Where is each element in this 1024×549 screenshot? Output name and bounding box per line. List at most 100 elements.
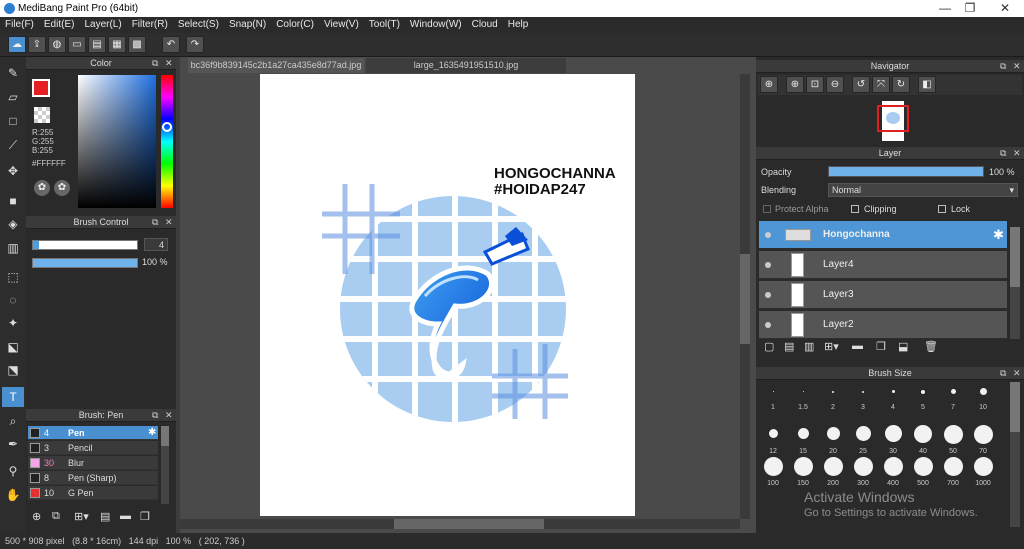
page-icon[interactable]: ▤ xyxy=(88,36,106,53)
reset-rotate-icon[interactable]: ⤧ xyxy=(872,76,890,93)
brush-opacity-slider[interactable] xyxy=(32,258,138,268)
brush-item[interactable]: 10 G Pen xyxy=(28,486,158,500)
grid-icon[interactable]: ▩ xyxy=(128,36,146,53)
fit-icon[interactable]: ⊡ xyxy=(806,76,824,93)
add-dropdown-icon[interactable]: ⊞▾ xyxy=(74,510,89,523)
brush-size-cell[interactable]: 200 xyxy=(818,457,848,487)
brush-size-cell[interactable]: 3 xyxy=(848,381,878,411)
blending-select[interactable]: Normal ▾ xyxy=(828,183,1018,197)
close-panel-icon[interactable]: ✕ xyxy=(1013,60,1021,73)
zoom-in-2-icon[interactable]: ⊕ xyxy=(786,76,804,93)
menu-filter[interactable]: Filter(R) xyxy=(127,17,173,30)
navigator-preview-area[interactable] xyxy=(758,96,1022,143)
brush-size-cell[interactable]: 1.5 xyxy=(788,381,818,411)
trash-icon[interactable]: 🗑 xyxy=(924,340,938,353)
zoom-out-icon[interactable]: ⊖ xyxy=(826,76,844,93)
brush-tool-icon[interactable]: ✎ xyxy=(2,63,24,83)
detach-icon[interactable]: ⧉ xyxy=(152,57,158,70)
line-tool-icon[interactable]: ⟋ xyxy=(2,135,24,155)
new-1bit-layer-icon[interactable]: ▥ xyxy=(804,340,814,353)
menu-edit[interactable]: Edit(E) xyxy=(39,17,80,30)
operation-tool-icon[interactable]: ⌕ xyxy=(2,411,24,431)
comment-icon[interactable]: ◍ xyxy=(48,36,66,53)
brush-item[interactable]: 3 Pencil xyxy=(28,441,158,455)
brush-item[interactable]: 8 Pen (Sharp) xyxy=(28,471,158,485)
flip-icon[interactable]: ◧ xyxy=(918,76,936,93)
add-layer-dropdown-icon[interactable]: ⊞▾ xyxy=(824,340,839,353)
rotate-left-icon[interactable]: ↺ xyxy=(852,76,870,93)
document-tab-2[interactable]: large_1635491951510.jpg xyxy=(366,58,566,73)
brush-size-scrollbar[interactable] xyxy=(1010,382,1020,527)
brush-size-cell[interactable]: 40 xyxy=(908,425,938,455)
menu-snap[interactable]: Snap(N) xyxy=(224,17,271,30)
select-rect-tool-icon[interactable]: ⬚ xyxy=(2,267,24,287)
visibility-icon[interactable] xyxy=(765,262,771,268)
close-panel-icon[interactable]: ✕ xyxy=(1013,367,1021,380)
brush-size-cell[interactable]: 2 xyxy=(818,381,848,411)
folder-icon[interactable]: ▬ xyxy=(120,510,131,522)
cloud-icon[interactable]: ☁ xyxy=(8,36,26,53)
close-panel-icon[interactable]: ✕ xyxy=(165,216,173,229)
chat-icon[interactable]: ▭ xyxy=(68,36,86,53)
brush-size-slider[interactable] xyxy=(32,240,138,250)
layer-opacity-slider[interactable] xyxy=(828,166,984,177)
lock-checkbox[interactable] xyxy=(938,205,946,213)
menu-file[interactable]: File(F) xyxy=(0,17,39,30)
visibility-icon[interactable] xyxy=(765,322,771,328)
brush-size-cell[interactable]: 150 xyxy=(788,457,818,487)
text-tool-icon[interactable]: T xyxy=(2,387,24,407)
brush-size-cell[interactable]: 100 xyxy=(758,457,788,487)
menu-window[interactable]: Window(W) xyxy=(405,17,467,30)
palette-icon[interactable]: ✿ xyxy=(34,180,50,196)
detach-icon[interactable]: ⧉ xyxy=(1000,367,1006,380)
select-eraser-tool-icon[interactable]: ⬔ xyxy=(2,360,24,380)
menu-help[interactable]: Help xyxy=(503,17,534,30)
select-pen-tool-icon[interactable]: ⬕ xyxy=(2,337,24,357)
lasso-tool-icon[interactable]: ◌ xyxy=(2,290,24,310)
palette-settings-icon[interactable]: ✿ xyxy=(54,180,70,196)
menu-cloud[interactable]: Cloud xyxy=(467,17,503,30)
folder-icon[interactable]: ▬ xyxy=(852,340,863,352)
maximize-button[interactable]: ❐ xyxy=(955,1,985,16)
brush-size-cell[interactable]: 1000 xyxy=(968,457,998,487)
brush-size-cell[interactable]: 10 xyxy=(968,381,998,411)
menu-color[interactable]: Color(C) xyxy=(271,17,319,30)
hand-tool-icon[interactable]: ✋ xyxy=(2,485,24,505)
brush-size-cell[interactable]: 7 xyxy=(938,381,968,411)
fill-rect-tool-icon[interactable]: ■ xyxy=(2,191,24,211)
new-8bit-layer-icon[interactable]: ▤ xyxy=(784,340,794,353)
move-tool-icon[interactable]: ✥ xyxy=(2,161,24,181)
eraser-tool-icon[interactable]: ▱ xyxy=(2,87,24,107)
share-icon[interactable]: ⇪ xyxy=(28,36,46,53)
clipping-checkbox[interactable] xyxy=(851,205,859,213)
gradient-tool-icon[interactable]: ▥ xyxy=(2,238,24,258)
layer-list-scrollbar[interactable] xyxy=(1010,227,1020,339)
brush-size-cell[interactable]: 4 xyxy=(878,381,908,411)
layer-row[interactable]: Layer2 xyxy=(759,311,1007,339)
zoom-in-icon[interactable]: ⊕ xyxy=(760,76,778,93)
brush-size-cell[interactable]: 20 xyxy=(818,425,848,455)
brush-size-cell[interactable]: 1 xyxy=(758,381,788,411)
brush-size-cell[interactable]: 12 xyxy=(758,425,788,455)
transparent-color-swatch[interactable] xyxy=(34,107,50,123)
brush-copy-icon[interactable]: ⧉ xyxy=(52,510,60,523)
brush-size-cell[interactable]: 400 xyxy=(878,457,908,487)
close-panel-icon[interactable]: ✕ xyxy=(165,409,173,422)
brush-settings-icon[interactable]: ▤ xyxy=(100,510,110,523)
new-layer-icon[interactable]: ▢ xyxy=(764,340,774,353)
dropper-tool-icon[interactable]: ✒ xyxy=(2,434,24,454)
magic-wand-tool-icon[interactable]: ✦ xyxy=(2,313,24,333)
rotate-right-icon[interactable]: ↻ xyxy=(892,76,910,93)
brush-size-value[interactable]: 4 xyxy=(144,238,168,251)
brush-size-cell[interactable]: 25 xyxy=(848,425,878,455)
visibility-icon[interactable] xyxy=(765,232,771,238)
hue-slider[interactable] xyxy=(161,75,173,208)
close-panel-icon[interactable]: ✕ xyxy=(1013,147,1021,160)
artboard[interactable]: HONGOCHANNA #HOIDAP247 xyxy=(260,74,635,516)
brush-size-cell[interactable]: 500 xyxy=(908,457,938,487)
merge-layer-icon[interactable]: ⬓ xyxy=(898,340,908,353)
saturation-value-picker[interactable] xyxy=(78,75,156,208)
menu-view[interactable]: View(V) xyxy=(319,17,364,30)
detach-icon[interactable]: ⧉ xyxy=(152,409,158,422)
brush-size-cell[interactable]: 5 xyxy=(908,381,938,411)
